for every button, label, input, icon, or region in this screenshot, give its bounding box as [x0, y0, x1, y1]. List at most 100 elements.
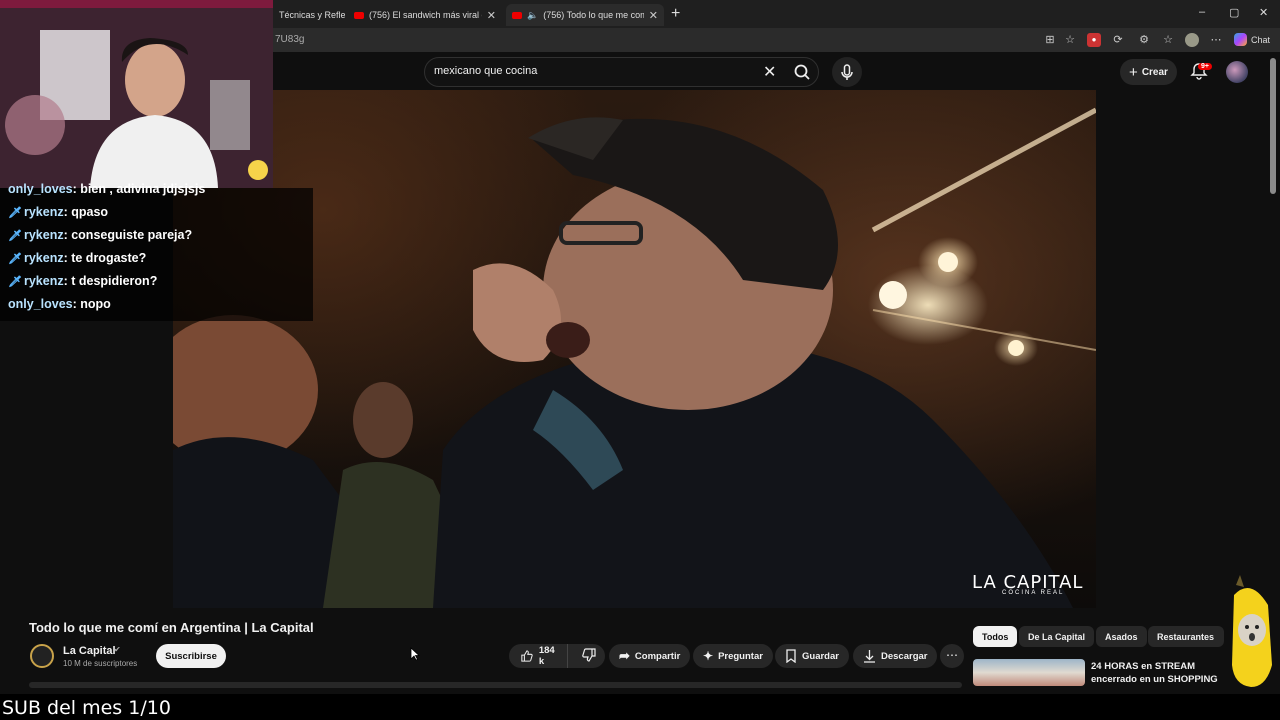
- chat-text: te drogaste?: [71, 251, 147, 265]
- chat-username: only_loves: [8, 297, 73, 311]
- banana-cat-sticker: [1226, 575, 1276, 693]
- moderator-sword-icon: 🗡: [8, 253, 22, 265]
- extensions-puzzle-icon[interactable]: ⚙: [1137, 33, 1151, 47]
- search-input[interactable]: mexicano que cocina: [434, 65, 537, 77]
- ask-label: Preguntar: [718, 650, 763, 662]
- recommended-video-thumbnail[interactable]: [973, 659, 1085, 686]
- verified-icon: ✔: [114, 645, 121, 654]
- chat-username: rykenz: [23, 228, 64, 242]
- chat-username: only_loves: [8, 182, 73, 196]
- close-icon[interactable]: ✕: [649, 9, 658, 22]
- thumbs-up-icon: [521, 650, 533, 662]
- chat-message: 🗡 rykenz: t despidieron?: [8, 274, 158, 288]
- video-player[interactable]: [173, 90, 1096, 608]
- sub-goal-bar: [0, 694, 1280, 720]
- page-scrollbar[interactable]: [1270, 58, 1276, 194]
- browser-tab-active[interactable]: 🔈 (756) Todo lo que me comí en ✕: [506, 4, 664, 26]
- ask-button[interactable]: ✦ Preguntar: [693, 644, 773, 668]
- banana-cat-icon: [1232, 575, 1272, 687]
- profile-icon[interactable]: [1185, 33, 1199, 47]
- save-button[interactable]: Guardar: [775, 644, 849, 668]
- chat-username: rykenz: [23, 274, 64, 288]
- apps-icon[interactable]: ⊞: [1043, 33, 1057, 47]
- avatar[interactable]: [1226, 61, 1248, 83]
- maximize-button[interactable]: ▢: [1229, 6, 1239, 19]
- chat-message: 🗡 rykenz: qpaso: [8, 205, 109, 219]
- url-field[interactable]: 7U83g: [275, 34, 304, 45]
- window-close-button[interactable]: ✕: [1259, 6, 1268, 19]
- share-label: Compartir: [634, 650, 681, 662]
- recommended-video-title[interactable]: 24 HORAS en STREAM encerrado en un SHOPP…: [1091, 660, 1221, 686]
- like-button[interactable]: 184 k: [509, 644, 568, 668]
- video-title: Todo lo que me comí en Argentina | La Ca…: [29, 620, 314, 635]
- extension-icon[interactable]: ●: [1087, 33, 1101, 47]
- notification-badge: 9+: [1198, 63, 1212, 70]
- save-label: Guardar: [802, 650, 839, 662]
- watermark-subtitle: COCINA REAL: [1002, 590, 1065, 596]
- moderator-sword-icon: 🗡: [8, 207, 22, 219]
- plus-icon: +: [1129, 63, 1138, 81]
- chat-text: qpaso: [71, 205, 109, 219]
- search-button[interactable]: [786, 57, 819, 87]
- chip-todos[interactable]: Todos: [973, 626, 1018, 647]
- youtube-icon: [512, 11, 522, 19]
- chat-text: bien , adivina jdjsjsjs: [80, 182, 206, 196]
- subscriber-count: 10 M de suscriptores: [63, 659, 138, 668]
- chip-restaurantes[interactable]: Restaurantes: [1148, 626, 1224, 647]
- copilot-button[interactable]: Chat: [1234, 33, 1270, 46]
- speaker-icon: 🔈: [527, 9, 539, 20]
- chat-text: nopo: [80, 297, 111, 311]
- moderator-sword-icon: 🗡: [8, 230, 22, 242]
- chat-message: only_loves: nopo: [8, 297, 111, 311]
- youtube-icon: [354, 11, 364, 19]
- subscribe-button[interactable]: Suscribirse: [156, 644, 226, 668]
- copilot-icon: [1234, 33, 1247, 46]
- like-dislike-group: 184 k: [509, 644, 605, 668]
- close-icon[interactable]: ✕: [487, 9, 496, 22]
- webcam-overlay: [0, 0, 273, 188]
- close-icon[interactable]: ✕: [763, 62, 776, 82]
- comment-section-edge: [29, 682, 962, 688]
- share-icon: ➦: [619, 648, 630, 663]
- chat-username: rykenz: [23, 205, 64, 219]
- webcam-image: [0, 0, 273, 188]
- refresh-extension-icon[interactable]: ⟳: [1111, 33, 1125, 47]
- moderator-sword-icon: 🗡: [8, 276, 22, 288]
- tab-label: Técnicas y Refle: [279, 10, 345, 20]
- create-button[interactable]: + Crear: [1120, 59, 1177, 85]
- sub-goal-text: SUB del mes 1/10: [2, 697, 171, 719]
- chip-de-la-capital[interactable]: De La Capital: [1019, 626, 1095, 647]
- minimize-button[interactable]: –: [1199, 6, 1205, 18]
- create-label: Crear: [1141, 66, 1168, 78]
- browser-tab[interactable]: Técnicas y Refle ✕: [273, 4, 345, 26]
- chat-message: only_loves: bien , adivina jdjsjsjs: [8, 182, 206, 196]
- tab-label: (756) El sandwich más viral del mu: [369, 10, 482, 20]
- browser-tab[interactable]: (756) El sandwich más viral del mu ✕: [348, 4, 502, 26]
- more-actions-button[interactable]: ⋯: [940, 644, 964, 668]
- channel-avatar[interactable]: [30, 644, 54, 668]
- video-frame-image: [173, 107, 1096, 608]
- dislike-button[interactable]: [573, 647, 605, 665]
- download-icon: [864, 650, 875, 663]
- tab-label: (756) Todo lo que me comí en: [543, 10, 644, 20]
- copilot-label: Chat: [1251, 34, 1271, 45]
- mic-icon: [841, 64, 853, 80]
- favorite-star-icon[interactable]: ☆: [1063, 33, 1077, 47]
- browser-menu-icon[interactable]: ⋯: [1209, 33, 1223, 47]
- favorites-icon[interactable]: ☆: [1161, 33, 1175, 47]
- chip-asados[interactable]: Asados: [1096, 626, 1147, 647]
- voice-search-button[interactable]: [832, 57, 862, 87]
- like-count: 184 k: [538, 645, 555, 667]
- new-tab-button[interactable]: +: [671, 5, 680, 23]
- chat-message: 🗡 rykenz: te drogaste?: [8, 251, 147, 265]
- search-icon: [794, 64, 810, 80]
- mouse-cursor-icon: [410, 647, 421, 666]
- chat-message: 🗡 rykenz: conseguiste pareja?: [8, 228, 193, 242]
- download-button[interactable]: Descargar: [853, 644, 938, 668]
- sparkle-icon: ✦: [703, 649, 714, 663]
- chat-text: conseguiste pareja?: [71, 228, 193, 242]
- channel-name[interactable]: La Capital: [63, 645, 116, 657]
- share-button[interactable]: ➦ Compartir: [609, 644, 691, 668]
- download-label: Descargar: [881, 650, 928, 662]
- chat-username: rykenz: [23, 251, 64, 265]
